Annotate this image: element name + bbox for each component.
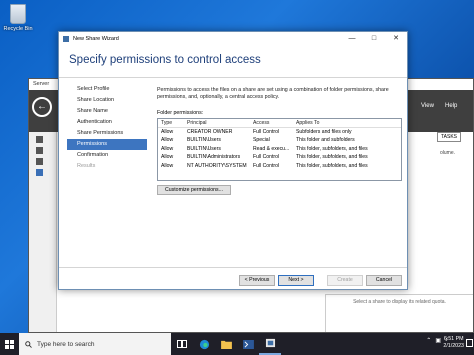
permissions-description: Permissions to access the files on a sha… — [157, 87, 389, 100]
step-share-name[interactable]: Share Name — [67, 106, 147, 117]
cell-type: Allow — [161, 154, 174, 160]
cell-principal: BUILTIN\Users — [187, 145, 221, 152]
cell-principal: BUILTIN\Administrators — [187, 154, 241, 160]
cell-applies-to: This folder, subfolders, and files — [296, 145, 368, 152]
footer-divider — [59, 267, 407, 268]
column-applies-to[interactable]: Applies To — [293, 119, 401, 127]
start-button[interactable] — [0, 333, 19, 355]
tasks-dropdown[interactable]: TASKS — [436, 132, 461, 142]
cell-access: Full Control — [253, 162, 280, 169]
cell-applies-to: This folder and subfolders — [296, 137, 355, 143]
taskbar-clock[interactable]: 6:51 PM 2/1/2023 — [443, 336, 464, 350]
server-manager-icon — [265, 338, 275, 348]
folder-permissions-label: Folder permissions: — [157, 110, 204, 116]
search-placeholder: Type here to search — [37, 340, 95, 348]
windows-logo-icon — [5, 339, 14, 349]
table-row[interactable]: Allow NT AUTHORITY\SYSTEM Full Control T… — [158, 162, 401, 171]
step-authentication[interactable]: Authentication — [67, 117, 147, 128]
recycle-bin-icon — [10, 4, 26, 24]
taskbar: Type here to search ⌃ ▣ ♪ 6:51 PM 2/1/20… — [0, 333, 474, 355]
cell-applies-to: Subfolders and files only — [296, 128, 352, 135]
cell-type: Allow — [161, 128, 174, 135]
clock-date: 2/1/2023 — [443, 343, 464, 349]
header-divider — [59, 77, 407, 78]
minimize-icon[interactable]: — — [341, 32, 363, 46]
wizard-steps: Select Profile Share Location Share Name… — [67, 84, 147, 172]
edge-button[interactable] — [193, 333, 215, 355]
cell-access: Full Control — [253, 128, 280, 135]
step-select-profile[interactable]: Select Profile — [67, 84, 147, 95]
task-view-icon — [177, 340, 187, 348]
step-permissions[interactable]: Permissions — [67, 139, 147, 150]
local-server-icon[interactable] — [36, 147, 43, 154]
menu-view[interactable]: View — [421, 103, 434, 109]
powershell-button[interactable] — [237, 333, 259, 355]
wizard-window-title: New Share Wizard — [73, 36, 119, 42]
cell-type: Allow — [161, 137, 174, 143]
step-results: Results — [77, 163, 96, 169]
step-share-location[interactable]: Share Location — [67, 95, 147, 106]
cell-principal: CREATOR OWNER — [187, 128, 233, 135]
task-view-button[interactable] — [171, 333, 193, 355]
quota-panel: Select a share to display its related qu… — [325, 294, 473, 332]
app-icon — [63, 36, 69, 42]
column-principal[interactable]: Principal — [184, 119, 250, 127]
step-share-permissions[interactable]: Share Permissions — [67, 128, 147, 139]
column-access[interactable]: Access — [250, 119, 293, 127]
cell-access: Read & execu... — [253, 145, 290, 152]
next-button[interactable]: Next > — [278, 275, 314, 286]
cell-access: Full Control — [253, 154, 280, 160]
table-row[interactable]: Allow BUILTIN\Administrators Full Contro… — [158, 153, 401, 162]
back-arrow-icon[interactable]: ← — [32, 97, 52, 117]
page-title: Specify permissions to control access — [69, 54, 261, 66]
chevron-up-icon[interactable]: ⌃ — [426, 337, 431, 344]
edge-icon — [199, 339, 209, 349]
table-row[interactable]: Allow BUILTIN\Users Read & execu... This… — [158, 145, 401, 154]
maximize-icon[interactable]: □ — [363, 32, 385, 46]
step-confirmation[interactable]: Confirmation — [67, 150, 147, 161]
recycle-bin-shortcut[interactable]: Recycle Bin — [3, 4, 33, 32]
permissions-table[interactable]: Type Principal Access Applies To Allow C… — [157, 118, 402, 181]
taskbar-search[interactable]: Type here to search — [19, 333, 171, 355]
table-header: Type Principal Access Applies To — [158, 119, 401, 128]
table-row[interactable]: Allow BUILTIN\Users Special This folder … — [158, 136, 401, 145]
cell-type: Allow — [161, 145, 174, 152]
server-manager-nav — [29, 132, 57, 332]
terminal-icon — [242, 339, 254, 349]
file-explorer-button[interactable] — [215, 333, 237, 355]
quota-panel-text: Select a share to display its related qu… — [353, 299, 446, 305]
create-button: Create — [327, 275, 363, 286]
clock-time: 6:51 PM — [443, 336, 464, 342]
new-share-wizard-window: New Share Wizard — □ ✕ Specify permissio… — [58, 31, 408, 290]
table-row[interactable]: Allow CREATOR OWNER Full Control Subfold… — [158, 128, 401, 137]
network-icon[interactable]: ▣ — [435, 337, 441, 344]
volume-text: olume. — [439, 150, 455, 156]
wizard-content: Permissions to access the files on a sha… — [157, 87, 402, 195]
cell-applies-to: This folder, subfolders, and files — [296, 154, 368, 160]
search-icon — [25, 340, 32, 348]
dashboard-icon[interactable] — [36, 136, 43, 143]
server-manager-button[interactable] — [259, 333, 281, 355]
file-storage-icon[interactable] — [36, 169, 43, 176]
close-icon[interactable]: ✕ — [385, 32, 407, 46]
notification-icon[interactable] — [466, 339, 473, 347]
cell-principal: NT AUTHORITY\SYSTEM — [187, 162, 247, 169]
cell-type: Allow — [161, 162, 174, 169]
cell-access: Special — [253, 137, 270, 143]
cell-applies-to: This folder, subfolders, and files — [296, 162, 368, 169]
folder-icon — [220, 340, 232, 349]
column-type[interactable]: Type — [158, 119, 184, 127]
recycle-bin-label: Recycle Bin — [3, 26, 33, 32]
all-servers-icon[interactable] — [36, 158, 43, 165]
menu-help[interactable]: Help — [445, 103, 457, 109]
cell-principal: BUILTIN\Users — [187, 137, 221, 143]
cancel-button[interactable]: Cancel — [366, 275, 402, 286]
previous-button[interactable]: < Previous — [239, 275, 275, 286]
customize-permissions-button[interactable]: Customize permissions... — [157, 185, 231, 195]
